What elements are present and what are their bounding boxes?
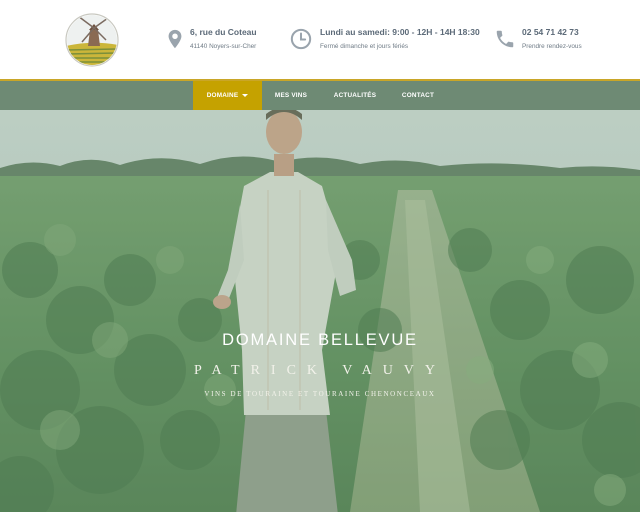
logo[interactable] xyxy=(64,12,120,68)
appointment-link[interactable]: Prendre rendez-vous xyxy=(522,43,582,50)
nav-item-domaine[interactable]: DOMAINE xyxy=(193,81,262,110)
address-city: 41140 Noyers-sur-Cher xyxy=(190,43,257,50)
map-marker-icon xyxy=(168,29,182,49)
address-street: 6, rue du Coteau xyxy=(190,27,257,37)
clock-icon xyxy=(290,28,312,50)
closed-days: Fermé dimanche et jours fériés xyxy=(320,43,409,50)
caret-down-icon xyxy=(242,93,249,97)
nav-item-mes-vins[interactable]: MES VINS xyxy=(262,81,320,110)
opening-hours: Lundi au samedi: 9:00 - 12H - 14H 18:30 xyxy=(320,27,480,37)
site-header: 6, rue du Coteau 41140 Noyers-sur-Cher L… xyxy=(0,0,640,80)
vineyard-photo xyxy=(0,110,640,512)
hero-subtitle: VINS DE TOURAINE ET TOURAINE CHENONCEAUX xyxy=(204,390,436,398)
nav-item-contact[interactable]: CONTACT xyxy=(390,81,446,110)
phone-icon xyxy=(496,30,514,48)
hero-winemaker-name: PATRICK VAUVY xyxy=(193,363,447,378)
main-nav: DOMAINE MES VINS ACTUALITÉS CONTACT xyxy=(0,81,640,110)
hero-banner: DOMAINE BELLEVUE PATRICK VAUVY VINS DE T… xyxy=(0,110,640,512)
nav-label-domaine: DOMAINE xyxy=(206,92,239,99)
hero-title: DOMAINE BELLEVUE xyxy=(222,331,418,349)
windmill-logo-icon xyxy=(65,13,119,67)
phone-number[interactable]: 02 54 71 42 73 xyxy=(522,27,579,37)
nav-item-actualites[interactable]: ACTUALITÉS xyxy=(320,81,390,110)
